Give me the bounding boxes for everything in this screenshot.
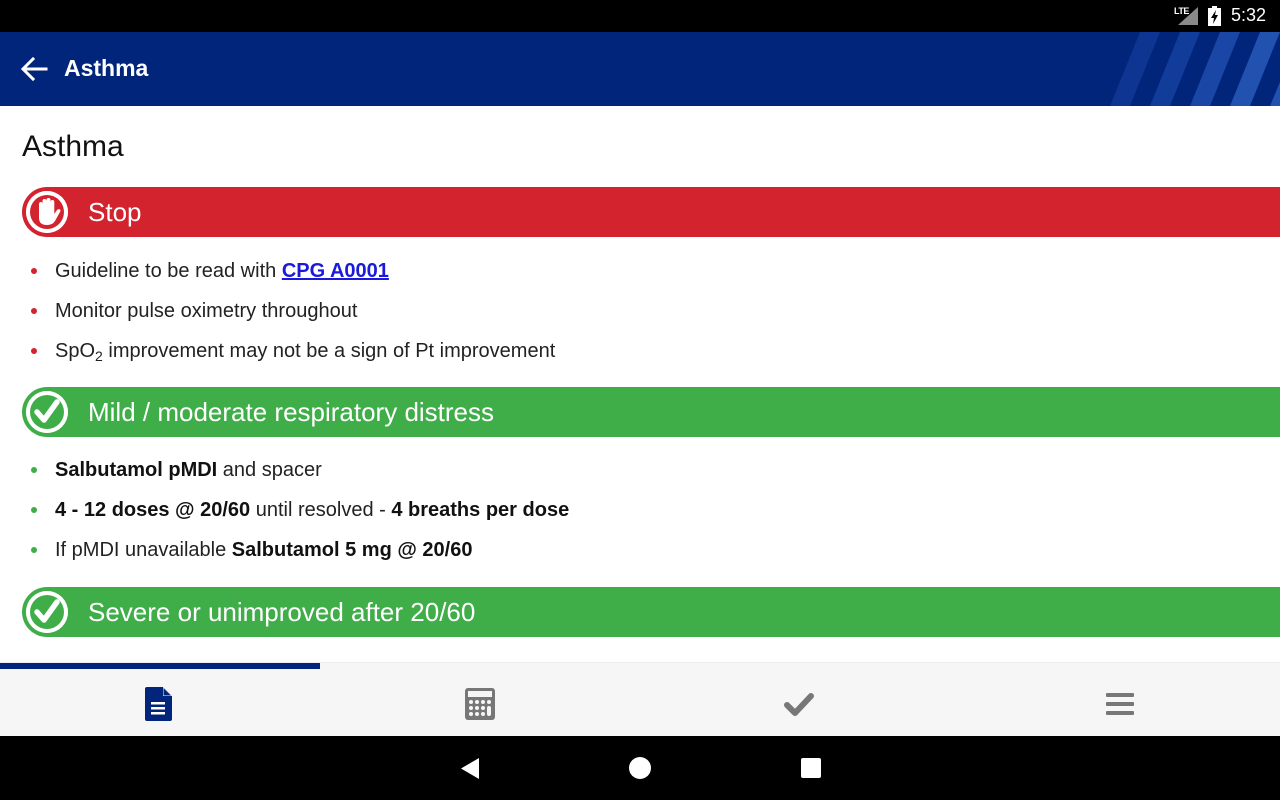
list-item: Monitor pulse oximetry throughout <box>22 296 1262 336</box>
tab-menu[interactable] <box>960 669 1280 737</box>
section-header-mild-moderate: Mild / moderate respiratory distress <box>22 387 1280 437</box>
list-item-text: SpO <box>55 340 96 362</box>
menu-icon <box>1106 693 1134 715</box>
decorative-stripes <box>1110 32 1280 106</box>
cpg-link[interactable]: CPG A0001 <box>282 260 389 282</box>
section-header-stop: Stop <box>22 187 1280 237</box>
stop-bullet-list: Guideline to be read with CPG A0001 Moni… <box>22 256 1262 376</box>
bullet-dot <box>31 507 37 513</box>
bottom-tab-bar <box>0 662 1280 736</box>
bullet-dot <box>31 348 37 354</box>
guideline-content[interactable]: Asthma Stop Guideline to be read with CP… <box>0 106 1280 662</box>
list-item: Guideline to be read with CPG A0001 <box>22 256 1262 296</box>
bullet-dot <box>31 268 37 274</box>
list-item-text: Guideline to be read with <box>55 260 282 282</box>
signal-icon <box>1178 7 1198 25</box>
list-item-bold: Salbutamol 5 mg @ 20/60 <box>231 539 473 561</box>
list-item-text: If pMDI unavailable <box>55 539 232 561</box>
bullet-dot <box>31 467 37 473</box>
nav-back-icon[interactable] <box>458 756 482 780</box>
battery-charging-icon <box>1208 6 1221 26</box>
list-item: Salbutamol pMDI and spacer <box>22 455 1262 495</box>
checkmark-icon <box>784 693 814 716</box>
app-bar: Asthma <box>0 32 1280 106</box>
status-bar: LTE 5:32 <box>0 0 1280 32</box>
list-item: SpO2 improvement may not be a sign of Pt… <box>22 336 1262 376</box>
list-item-text: improvement may not be a sign of Pt impr… <box>102 340 556 362</box>
checkmark-circle-icon <box>26 391 68 433</box>
app-bar-title: Asthma <box>64 55 149 81</box>
section-header-severe: Severe or unimproved after 20/60 <box>22 587 1280 637</box>
list-item-bold: 4 - 12 doses @ 20/60 <box>55 499 251 521</box>
clock: 5:32 <box>1231 5 1267 25</box>
document-icon <box>145 687 172 721</box>
page-title: Asthma <box>22 130 124 163</box>
back-arrow-icon[interactable] <box>20 56 48 82</box>
tab-calculator[interactable] <box>320 669 640 737</box>
calculator-icon <box>465 688 495 720</box>
hand-stop-icon <box>26 191 68 233</box>
system-nav-bar <box>0 736 1280 800</box>
section-header-label: Mild / moderate respiratory distress <box>88 397 495 427</box>
list-item-text: and spacer <box>217 459 322 481</box>
nav-home-icon[interactable] <box>628 756 652 780</box>
list-item-text: until resolved - <box>250 499 392 521</box>
tab-guideline[interactable] <box>0 669 320 737</box>
nav-recents-icon[interactable] <box>799 756 823 780</box>
list-item: If pMDI unavailable Salbutamol 5 mg @ 20… <box>22 535 1262 575</box>
checkmark-circle-icon <box>26 591 68 633</box>
section-header-label: Stop <box>88 197 142 227</box>
mild-moderate-bullet-list: Salbutamol pMDI and spacer 4 - 12 doses … <box>22 455 1262 575</box>
bullet-dot <box>31 547 37 553</box>
section-header-label: Severe or unimproved after 20/60 <box>88 597 476 627</box>
list-item: 4 - 12 doses @ 20/60 until resolved - 4 … <box>22 495 1262 535</box>
list-item-text: Monitor pulse oximetry throughout <box>55 300 358 322</box>
list-item-bold: Salbutamol pMDI <box>55 459 218 481</box>
bullet-dot <box>31 308 37 314</box>
subscript: 2 <box>95 348 103 364</box>
tab-checklist[interactable] <box>640 669 960 737</box>
list-item-bold: 4 breaths per dose <box>391 499 570 521</box>
